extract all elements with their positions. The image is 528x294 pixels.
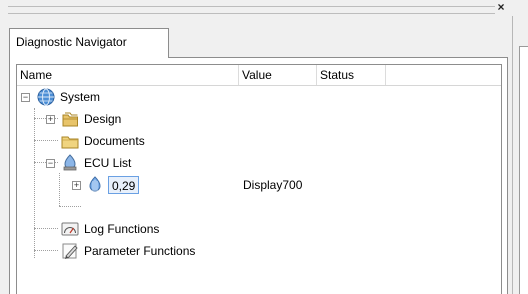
diagnostic-navigator-panel: Name Value Status − System + Design Docu… [9, 58, 508, 294]
pencil-icon [62, 243, 78, 259]
application-window: × Diagnostic Navigator Name Value Status [0, 0, 528, 294]
column-header-name[interactable]: Name [17, 65, 239, 85]
folder-stack-icon [62, 112, 78, 127]
tree-item-label: System [60, 90, 101, 104]
tree-item-label-selected: 0,29 [108, 176, 140, 194]
close-panel-icon[interactable]: × [495, 1, 507, 13]
tree-row-design[interactable]: + Design [17, 108, 501, 130]
collapse-icon[interactable]: − [21, 93, 30, 102]
tree-item-value: Display700 [243, 178, 303, 192]
tree-row-parameter-functions[interactable]: Parameter Functions [17, 240, 501, 262]
globe-icon [37, 88, 55, 106]
tree-item-label: Documents [84, 134, 145, 148]
tree-row-log-functions[interactable]: Log Functions [17, 218, 501, 240]
dock-grip[interactable] [8, 6, 495, 14]
tree-item-label: Log Functions [84, 222, 160, 236]
gauge-icon [61, 222, 79, 236]
tab-diagnostic-navigator[interactable]: Diagnostic Navigator [9, 28, 169, 58]
right-dock-panel [512, 16, 528, 294]
tree-item-label: Parameter Functions [84, 244, 196, 258]
collapse-icon[interactable]: − [46, 159, 55, 168]
tree-row-ecu-item[interactable]: + 0,29 Display700 [17, 174, 501, 196]
tree-connector [59, 206, 81, 207]
tree-header: Name Value Status [17, 65, 501, 86]
tree-row-documents[interactable]: Documents [17, 130, 501, 152]
navigator-tree[interactable]: Name Value Status − System + Design Docu… [16, 64, 502, 294]
ecu-icon [63, 154, 77, 171]
expand-icon[interactable]: + [72, 181, 81, 190]
column-header-status[interactable]: Status [317, 65, 386, 85]
tab-label: Diagnostic Navigator [16, 35, 127, 49]
tree-item-label: ECU List [84, 156, 132, 170]
tree-row-system[interactable]: − System [17, 86, 501, 108]
expand-icon[interactable]: + [46, 115, 55, 124]
ecu-node-icon [89, 176, 101, 192]
tree-item-label: Design [84, 112, 122, 126]
column-header-value[interactable]: Value [239, 65, 317, 85]
right-panel-content [519, 46, 528, 294]
tree-row-ecu-list[interactable]: − ECU List [17, 152, 501, 174]
folder-icon [61, 136, 79, 149]
